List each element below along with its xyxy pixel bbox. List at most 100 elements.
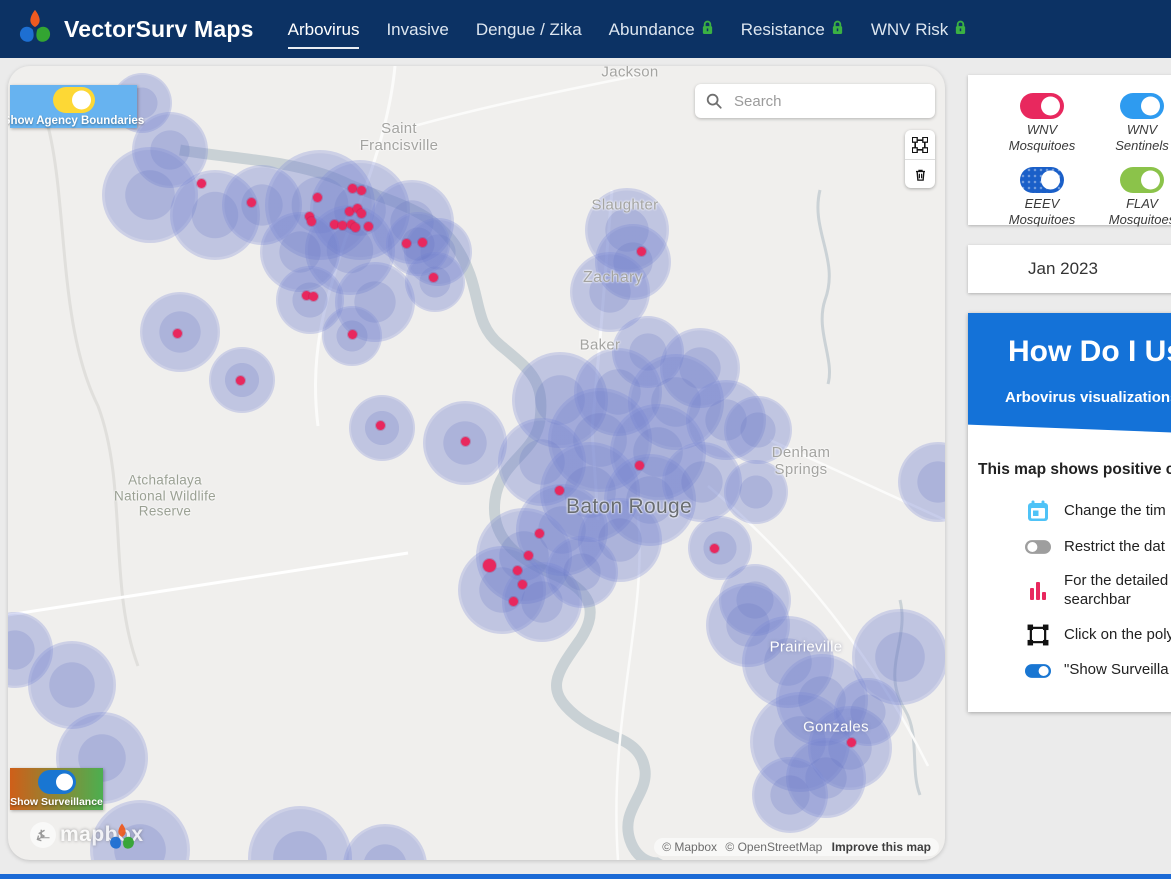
wnv-sentinels-toggle[interactable] xyxy=(1120,93,1164,119)
positive-pool-dot[interactable] xyxy=(357,186,366,195)
positive-pool-dot[interactable] xyxy=(376,421,385,430)
positive-pool-dot[interactable] xyxy=(338,221,347,230)
date-selector-card[interactable]: Jan 2023 xyxy=(968,245,1171,293)
tab-arbovirus[interactable]: Arbovirus xyxy=(288,10,360,49)
delete-shape-button[interactable] xyxy=(905,159,935,188)
agency-boundaries-label: Show Agency Boundaries xyxy=(8,115,144,127)
help-title: How Do I Us xyxy=(1008,335,1171,369)
positive-pool-dot[interactable] xyxy=(518,580,527,589)
lock-icon xyxy=(701,20,714,40)
positive-pool-dot[interactable] xyxy=(348,330,357,339)
positive-pool-dot[interactable] xyxy=(418,238,427,247)
legend-label: WNV Sentinels xyxy=(1115,122,1168,155)
help-item: For the detailed searchbar xyxy=(978,572,1171,610)
positive-pool-dot[interactable] xyxy=(535,529,544,538)
osm-attribution[interactable]: © OpenStreetMap xyxy=(725,840,822,854)
date-label: Jan 2023 xyxy=(968,259,1158,279)
mapbox-attribution[interactable]: © Mapbox xyxy=(662,840,717,854)
positive-pool-dot[interactable] xyxy=(509,597,518,606)
agency-boundaries-control: Show Agency Boundaries xyxy=(10,85,137,128)
wnv-mosquitoes-toggle[interactable] xyxy=(1020,93,1064,119)
vectorsurv-watermark-icon xyxy=(107,822,137,857)
tab-wnv-risk[interactable]: WNV Risk xyxy=(871,10,967,49)
mapbox-icon: ⍼ xyxy=(30,822,56,848)
toggle-on-icon xyxy=(1025,663,1051,679)
bottom-accent-bar xyxy=(0,874,1171,879)
agency-boundaries-toggle[interactable] xyxy=(53,87,95,113)
draw-polygon-button[interactable] xyxy=(905,130,935,159)
tab-label: Invasive xyxy=(386,20,448,40)
help-item-text: Click on the poly xyxy=(1064,626,1171,645)
positive-pool-dot[interactable] xyxy=(236,376,245,385)
help-panel-body: This map shows positive co Change the ti… xyxy=(968,437,1171,695)
brand[interactable]: VectorSurv Maps xyxy=(16,8,254,51)
positive-pool-dot[interactable] xyxy=(555,486,564,495)
positive-pool-dot[interactable] xyxy=(513,566,522,575)
positive-pool-dot[interactable] xyxy=(197,179,206,188)
lock-icon xyxy=(954,20,967,40)
app-title: VectorSurv Maps xyxy=(64,16,254,43)
help-item-text: For the detailed searchbar xyxy=(1064,572,1168,610)
help-item-text: Change the tim xyxy=(1064,502,1166,521)
positive-pool-dot[interactable] xyxy=(461,437,470,446)
help-item: Restrict the dat xyxy=(978,538,1171,557)
legend-label: FLAV Mosquitoes xyxy=(1109,196,1171,229)
tab-resistance[interactable]: Resistance xyxy=(741,10,844,49)
legend-item-flav: FLAV Mosquitoes xyxy=(1092,167,1171,229)
draw-tools xyxy=(905,130,935,188)
virus-legend-card: WNV MosquitoesWNV SentinelsEEEV Mosquito… xyxy=(968,75,1171,225)
tab-label: Resistance xyxy=(741,20,825,40)
lock-icon xyxy=(831,20,844,40)
positive-pool-dot[interactable] xyxy=(173,329,182,338)
positive-pool-dot[interactable] xyxy=(313,193,322,202)
help-panel-header: How Do I Us Arbovirus visualizations xyxy=(968,313,1171,437)
help-item: "Show Surveilla xyxy=(978,661,1171,680)
positive-pool-dot[interactable] xyxy=(309,292,318,301)
positive-pool-dot[interactable] xyxy=(351,223,360,232)
positive-pool-dot[interactable] xyxy=(524,551,533,560)
positive-pool-dot[interactable] xyxy=(307,217,316,226)
calendar-icon xyxy=(1025,499,1051,523)
legend-item-eeev: EEEV Mosquitoes xyxy=(992,167,1092,229)
help-item-text: "Show Surveilla xyxy=(1064,661,1169,680)
positive-pool-dot[interactable] xyxy=(635,461,644,470)
positive-pool-dot[interactable] xyxy=(710,544,719,553)
tab-label: Dengue / Zika xyxy=(476,20,582,40)
help-item: Click on the poly xyxy=(978,624,1171,646)
eeev-mosquitoes-toggle[interactable] xyxy=(1020,167,1064,193)
tab-label: Abundance xyxy=(609,20,695,40)
top-navbar: VectorSurv Maps Arbovirus Invasive Dengue … xyxy=(0,0,1171,58)
positive-pool-dot[interactable] xyxy=(247,198,256,207)
map-canvas[interactable]: JacksonSaint FrancisvilleSlaughterZachar… xyxy=(8,66,945,860)
flav-mosquitoes-toggle[interactable] xyxy=(1120,167,1164,193)
improve-map-link[interactable]: Improve this map xyxy=(832,840,931,854)
positive-pool-dot[interactable] xyxy=(847,738,856,747)
nav-tabs: Arbovirus Invasive Dengue / Zika Abundance R… xyxy=(288,0,968,58)
help-item-text: Restrict the dat xyxy=(1064,538,1165,557)
map-attribution: © Mapbox © OpenStreetMap Improve this ma… xyxy=(654,838,939,856)
tab-dengue-zika[interactable]: Dengue / Zika xyxy=(476,10,582,49)
tab-abundance[interactable]: Abundance xyxy=(609,10,714,49)
bar-chart-icon xyxy=(1025,580,1051,602)
help-subtitle: Arbovirus visualizations xyxy=(1005,389,1171,406)
vectorsurv-logo-icon xyxy=(16,8,54,51)
positive-pool-dot[interactable] xyxy=(429,273,438,282)
help-item: Change the tim xyxy=(978,499,1171,523)
map-search xyxy=(695,84,935,118)
toggle-off-icon xyxy=(1025,539,1051,555)
surveillance-toggle[interactable] xyxy=(38,770,76,794)
help-intro-text: This map shows positive co xyxy=(978,461,1171,479)
tab-invasive[interactable]: Invasive xyxy=(386,10,448,49)
positive-pool-dot[interactable] xyxy=(637,247,646,256)
positive-pool-dot[interactable] xyxy=(402,239,411,248)
search-input[interactable] xyxy=(732,92,935,111)
draw-polygon-icon xyxy=(1025,624,1051,646)
positive-pool-dot[interactable] xyxy=(364,222,373,231)
positive-pool-dot[interactable] xyxy=(483,559,496,572)
search-icon xyxy=(705,92,723,110)
positive-pool-dot[interactable] xyxy=(348,184,357,193)
positive-pool-dot[interactable] xyxy=(357,209,366,218)
surveillance-label: Show Surveillance xyxy=(10,796,103,808)
legend-label: EEEV Mosquitoes xyxy=(1009,196,1075,229)
surveillance-control: Show Surveillance xyxy=(10,768,103,810)
